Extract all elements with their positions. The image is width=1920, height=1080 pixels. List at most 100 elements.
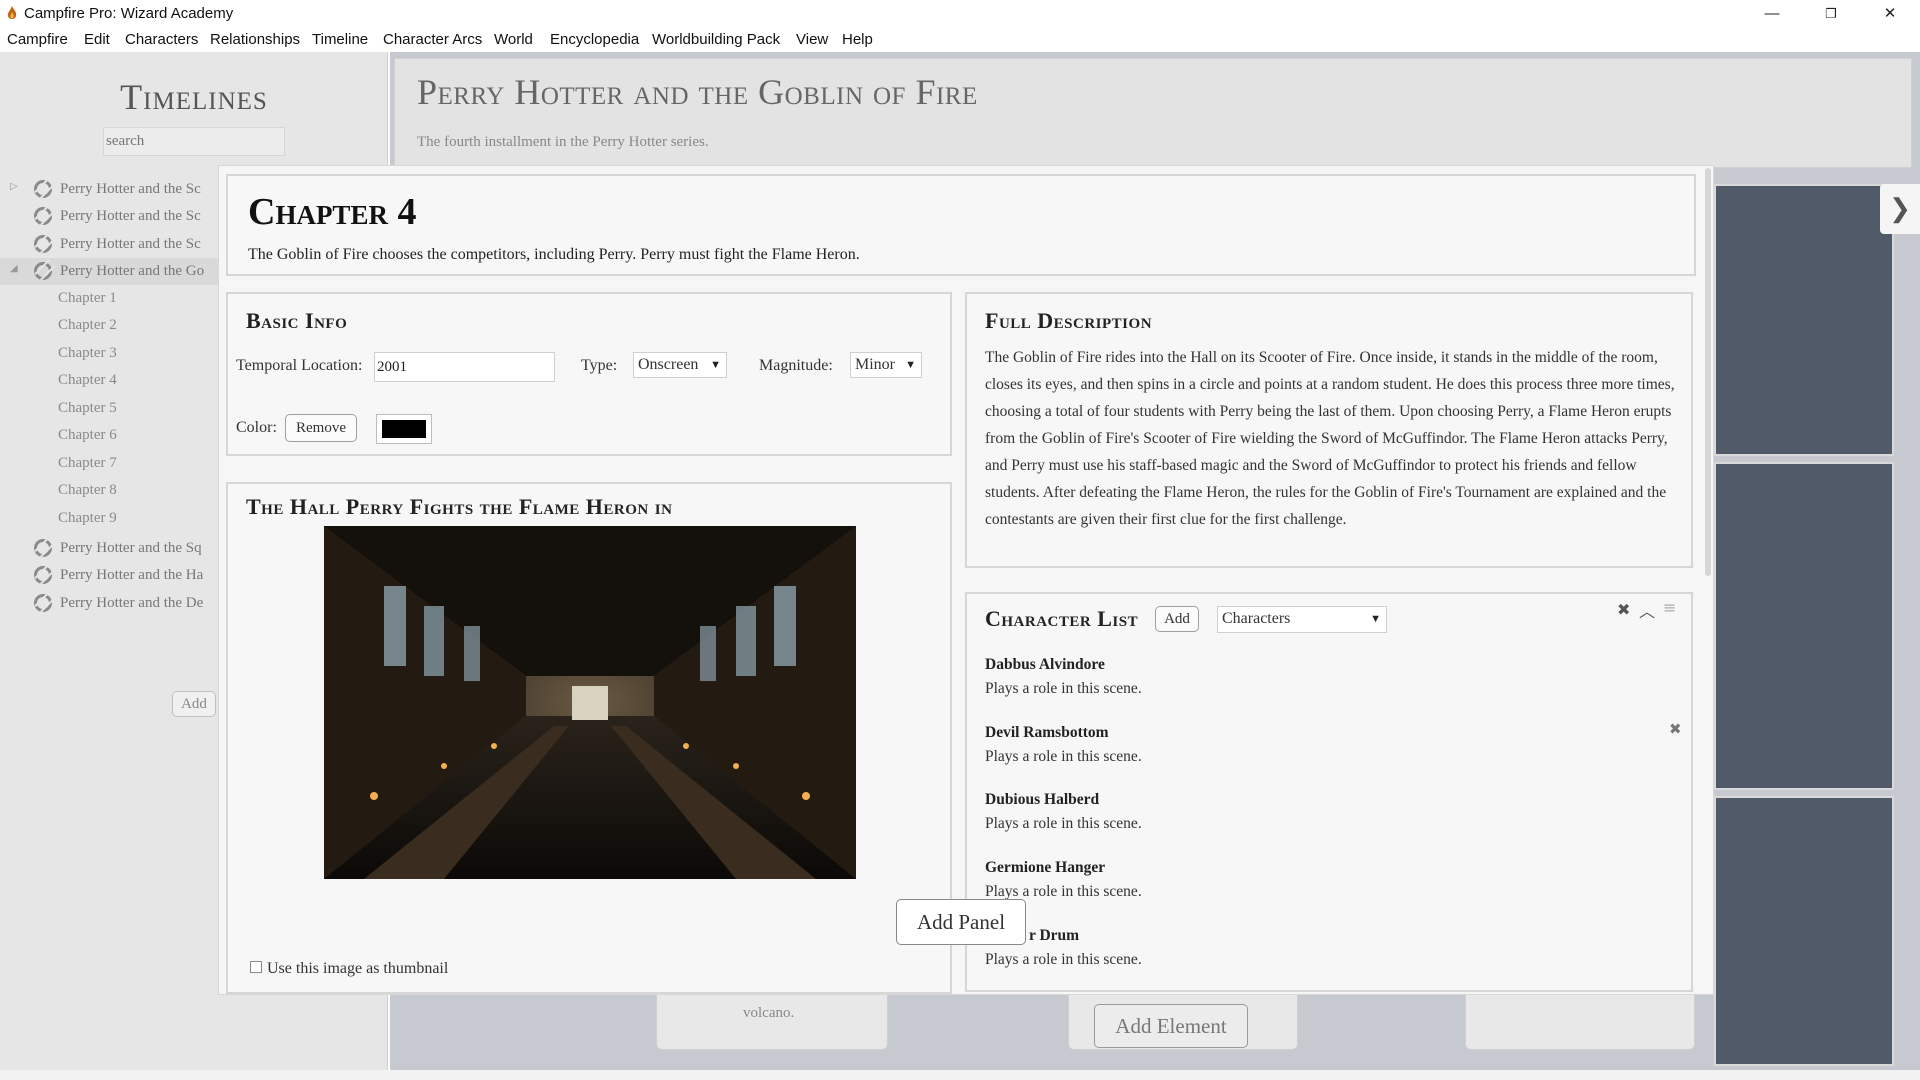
- minimize-button[interactable]: —: [1749, 2, 1795, 26]
- remove-character-icon[interactable]: ✖: [1669, 720, 1682, 738]
- chapter-summary[interactable]: The Goblin of Fire chooses the competito…: [248, 246, 860, 264]
- close-window-button[interactable]: ✕: [1867, 2, 1913, 26]
- character-name: Devil Ramsbottom: [985, 724, 1142, 742]
- dropdown-caret-icon: ▼: [710, 353, 721, 377]
- magnitude-label: Magnitude:: [759, 357, 833, 375]
- color-swatch-fill: [382, 420, 426, 438]
- timeline-ring-icon: [34, 539, 52, 557]
- menu-view[interactable]: View: [796, 31, 828, 48]
- menu-campfire[interactable]: Campfire: [7, 31, 68, 48]
- character-name: Dabbus Alvindore: [985, 656, 1142, 674]
- timeline-item[interactable]: Perry Hotter and the De: [0, 590, 220, 617]
- chapter-header-panel: Chapter 4 The Goblin of Fire chooses the…: [226, 174, 1696, 276]
- full-description-text[interactable]: The Goblin of Fire rides into the Hall o…: [985, 344, 1675, 533]
- menu-character-arcs[interactable]: Character Arcs: [383, 31, 482, 48]
- character-name: Dubious Halberd: [985, 791, 1142, 809]
- menu-encyclopedia[interactable]: Encyclopedia: [550, 31, 639, 48]
- chapter-title[interactable]: Chapter 4: [248, 190, 416, 234]
- chapter-item[interactable]: Chapter 8: [58, 482, 117, 499]
- timeline-search-input[interactable]: [103, 127, 285, 156]
- character-list-item[interactable]: Dubious Halberd Plays a role in this sce…: [985, 791, 1142, 833]
- character-filter-dropdown[interactable]: Characters ▼: [1217, 606, 1387, 633]
- timeline-ring-icon: [34, 235, 52, 253]
- chapter-item[interactable]: Chapter 5: [58, 400, 117, 417]
- timeline-header: Perry Hotter and the Goblin of Fire The …: [394, 58, 1912, 168]
- character-list-panel: Character List Add Characters ▼ ✖ ︿ ≡ Da…: [965, 592, 1693, 992]
- magnitude-dropdown[interactable]: Minor ▼: [850, 352, 922, 378]
- character-list-item[interactable]: Germione Hanger Plays a role in this sce…: [985, 859, 1142, 901]
- timeline-label: Perry Hotter and the Go: [60, 263, 204, 280]
- chapter-item[interactable]: Chapter 9: [58, 510, 117, 527]
- expand-arrow-icon[interactable]: ▷: [10, 181, 18, 192]
- character-role: Plays a role in this scene.: [985, 951, 1142, 969]
- timeline-item[interactable]: Perry Hotter and the Sc: [0, 231, 220, 258]
- dropdown-caret-icon: ▼: [905, 353, 916, 377]
- menu-help[interactable]: Help: [842, 31, 873, 48]
- timeline-card-bottom[interactable]: [1465, 990, 1695, 1050]
- color-swatch[interactable]: [376, 414, 432, 444]
- image-panel: The Hall Perry Fights the Flame Heron in: [226, 482, 952, 994]
- chapter-item[interactable]: Chapter 6: [58, 427, 117, 444]
- basic-info-panel: Basic Info Temporal Location: Type: Onsc…: [226, 292, 952, 456]
- timeline-label: Perry Hotter and the Sc: [60, 236, 201, 253]
- type-value: Onscreen: [638, 356, 698, 373]
- dropdown-caret-icon: ▼: [1370, 607, 1381, 631]
- color-label: Color:: [236, 419, 277, 437]
- modal-scrollbar[interactable]: [1705, 168, 1711, 576]
- chapter-item[interactable]: Chapter 4: [58, 372, 117, 389]
- character-filter-value: Characters: [1222, 610, 1290, 627]
- expand-panel-chevron-icon[interactable]: ❯: [1880, 184, 1920, 234]
- remove-color-button[interactable]: Remove: [285, 414, 357, 442]
- title-bar: Campfire Pro: Wizard Academy — ❐ ✕: [0, 0, 1920, 28]
- add-panel-button[interactable]: Add Panel: [896, 899, 1026, 945]
- great-hall-image[interactable]: [324, 526, 856, 879]
- character-list-item[interactable]: Dabbus Alvindore Plays a role in this sc…: [985, 656, 1142, 698]
- timeline-label: Perry Hotter and the Sq: [60, 540, 202, 557]
- timeline-item-selected[interactable]: ◢ Perry Hotter and the Go: [0, 258, 220, 285]
- magnitude-value: Minor: [855, 356, 895, 373]
- chapter-item[interactable]: Chapter 3: [58, 345, 117, 362]
- add-element-button[interactable]: Add Element: [1094, 1004, 1248, 1048]
- restore-button[interactable]: ❐: [1808, 2, 1854, 26]
- window-title: Campfire Pro: Wizard Academy: [24, 5, 233, 22]
- temporal-location-input[interactable]: [374, 352, 555, 382]
- character-name: Germione Hanger: [985, 859, 1142, 877]
- character-role: Plays a role in this scene.: [985, 815, 1142, 833]
- character-list-title: Character List: [985, 606, 1138, 632]
- chapter-item[interactable]: Chapter 1: [58, 290, 117, 307]
- timeline-item[interactable]: ▷ Perry Hotter and the Sc: [0, 176, 220, 203]
- timeline-card-bottom[interactable]: volcano.: [656, 990, 888, 1050]
- chapter-item[interactable]: Chapter 7: [58, 455, 117, 472]
- add-timeline-button[interactable]: Add: [172, 691, 216, 717]
- timeline-ring-icon: [34, 262, 52, 280]
- type-dropdown[interactable]: Onscreen ▼: [633, 352, 727, 378]
- collapse-panel-icon[interactable]: ︿: [1639, 598, 1655, 622]
- timeline-title: Perry Hotter and the Goblin of Fire: [417, 71, 978, 113]
- thumbnail-checkbox[interactable]: [250, 961, 262, 973]
- menu-world[interactable]: World: [494, 31, 533, 48]
- add-character-button[interactable]: Add: [1155, 606, 1199, 632]
- character-list-item[interactable]: Devil Ramsbottom Plays a role in this sc…: [985, 724, 1142, 766]
- timeline-card[interactable]: [1714, 796, 1894, 1066]
- campfire-app-icon: [5, 6, 19, 21]
- collapse-arrow-icon[interactable]: ◢: [10, 263, 18, 274]
- timeline-item[interactable]: Perry Hotter and the Sq: [0, 535, 220, 562]
- timeline-item[interactable]: Perry Hotter and the Sc: [0, 203, 220, 230]
- thumbnail-checkbox-label: Use this image as thumbnail: [267, 960, 448, 978]
- character-role: Plays a role in this scene.: [985, 748, 1142, 766]
- timeline-ring-icon: [34, 207, 52, 225]
- panel-menu-icon[interactable]: ≡: [1663, 598, 1676, 617]
- character-role: Plays a role in this scene.: [985, 680, 1142, 698]
- timeline-card[interactable]: [1714, 462, 1894, 790]
- close-panel-icon[interactable]: ✖: [1617, 600, 1630, 619]
- menu-relationships[interactable]: Relationships: [210, 31, 300, 48]
- timeline-label: Perry Hotter and the Sc: [60, 208, 201, 225]
- menu-worldbuilding-pack[interactable]: Worldbuilding Pack: [652, 31, 780, 48]
- timeline-card[interactable]: [1714, 184, 1894, 456]
- menu-timeline[interactable]: Timeline: [312, 31, 368, 48]
- timeline-item[interactable]: Perry Hotter and the Ha: [0, 562, 220, 589]
- chapter-item[interactable]: Chapter 2: [58, 317, 117, 334]
- timeline-label: Perry Hotter and the De: [60, 595, 203, 612]
- menu-edit[interactable]: Edit: [84, 31, 110, 48]
- menu-characters[interactable]: Characters: [125, 31, 198, 48]
